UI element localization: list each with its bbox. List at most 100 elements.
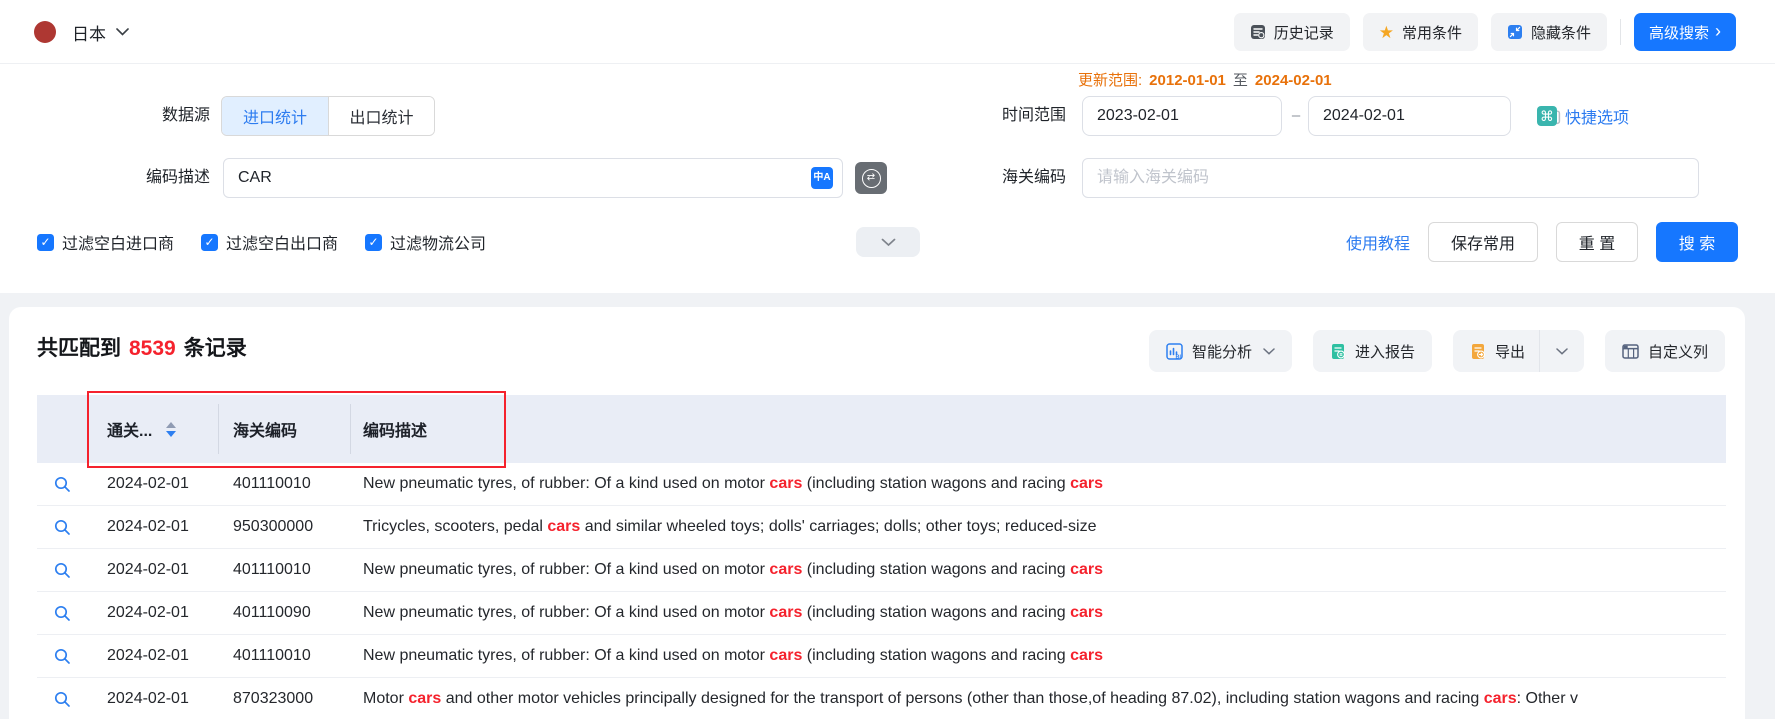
row-search-button[interactable] <box>53 561 72 580</box>
cell-code-description: New pneumatic tyres, of rubber: Of a kin… <box>350 475 1726 493</box>
advanced-search-label: 高级搜索 <box>1649 22 1709 43</box>
row-search-button[interactable] <box>53 647 72 666</box>
search-button[interactable]: 搜 索 <box>1656 222 1738 262</box>
keyword-highlight: cars <box>769 604 802 621</box>
expand-more-button[interactable] <box>856 227 920 257</box>
magnifier-icon <box>53 690 72 709</box>
filter-panel: 日本 历史记录 ★ 常用条件 <box>0 0 1775 293</box>
tab-import-stats[interactable]: 进口统计 <box>222 97 328 135</box>
export-dropdown-button[interactable] <box>1539 330 1584 372</box>
magnifier-icon <box>53 561 72 580</box>
header-label: 通关... <box>107 417 152 441</box>
smart-analysis-button[interactable]: BI 智能分析 <box>1149 330 1292 372</box>
keyword-highlight: cars <box>1070 475 1103 492</box>
collapse-icon <box>1507 24 1523 40</box>
keyword-highlight: cars <box>769 647 802 664</box>
cell-code-description: New pneumatic tyres, of rubber: Of a kin… <box>350 604 1726 622</box>
cell-search <box>37 475 87 494</box>
column-divider <box>350 404 351 454</box>
update-range-label: 更新范围: <box>1078 69 1142 90</box>
hide-conditions-button[interactable]: 隐藏条件 <box>1491 13 1607 51</box>
cell-hs-code: 950300000 <box>218 518 350 536</box>
cell-search <box>37 561 87 580</box>
sort-asc-caret <box>166 422 176 428</box>
enter-report-button[interactable]: 进入报告 <box>1313 330 1432 372</box>
row-search-button[interactable] <box>53 690 72 709</box>
cell-search <box>37 647 87 666</box>
header-cell-clearance-date[interactable]: 通关... <box>87 417 218 441</box>
results-card: 共匹配到 8539 条记录 BI 智能分析 <box>9 307 1745 719</box>
quick-options-button[interactable]: ⌘ 快捷选项 <box>1537 96 1629 136</box>
cell-clearance-date: 2024-02-01 <box>87 690 218 708</box>
sort-desc-caret <box>166 431 176 437</box>
chevron-right-icon: › <box>1715 22 1721 40</box>
result-actions: BI 智能分析 进入报告 <box>1149 330 1725 372</box>
custom-columns-label: 自定义列 <box>1648 341 1708 362</box>
bi-analysis-icon: BI <box>1166 343 1183 360</box>
export-label: 导出 <box>1495 341 1525 362</box>
summary-prefix: 共匹配到 <box>37 332 121 362</box>
save-favorite-button[interactable]: 保存常用 <box>1428 222 1538 262</box>
hs-code-input-wrap <box>1082 158 1699 198</box>
cell-clearance-date: 2024-02-01 <box>87 475 218 493</box>
row-search-button[interactable] <box>53 518 72 537</box>
update-range-to: 至 <box>1233 69 1248 90</box>
table-row: 2024-02-01401110010New pneumatic tyres, … <box>37 549 1726 592</box>
cell-search <box>37 518 87 537</box>
smart-analysis-label: 智能分析 <box>1192 341 1252 362</box>
hs-code-input[interactable] <box>1083 159 1698 197</box>
export-button[interactable]: 导出 <box>1453 341 1539 362</box>
code-desc-input[interactable] <box>224 159 811 197</box>
hs-code-label: 海关编码 <box>956 158 1066 198</box>
magnifier-icon <box>53 604 72 623</box>
row-search-button[interactable] <box>53 604 72 623</box>
cell-clearance-date: 2024-02-01 <box>87 647 218 665</box>
filter-actions: 使用教程 保存常用 重 置 搜 索 <box>1346 222 1738 262</box>
magnifier-icon <box>53 647 72 666</box>
reset-button[interactable]: 重 置 <box>1556 222 1638 262</box>
keyword-highlight: cars <box>1070 604 1103 621</box>
star-icon: ★ <box>1379 24 1394 41</box>
keyword-highlight: cars <box>769 561 802 578</box>
quick-options-label: 快捷选项 <box>1565 104 1629 128</box>
page: 日本 历史记录 ★ 常用条件 <box>0 0 1775 719</box>
tutorial-link[interactable]: 使用教程 <box>1346 230 1410 254</box>
tab-export-stats[interactable]: 出口统计 <box>328 97 434 135</box>
chevron-down-icon <box>881 238 896 247</box>
results-table: 通关... 海关编码 编码描述 2024-02-01401110010New p… <box>37 395 1726 719</box>
checkbox-filter-blank-exporter[interactable]: ✓ 过滤空白出口商 <box>201 230 338 254</box>
translate-icon[interactable]: 中A <box>811 167 833 189</box>
magnifier-icon <box>53 475 72 494</box>
sort-icon[interactable] <box>166 422 176 437</box>
advanced-search-button[interactable]: 高级搜索 › <box>1634 13 1736 51</box>
date-start-input[interactable] <box>1083 97 1318 135</box>
update-range-start: 2012-01-01 <box>1149 72 1226 89</box>
cell-code-description: New pneumatic tyres, of rubber: Of a kin… <box>350 561 1726 579</box>
code-desc-label: 编码描述 <box>100 158 210 198</box>
checkbox-checked-icon: ✓ <box>37 234 54 251</box>
update-range-end: 2024-02-01 <box>1255 72 1332 89</box>
table-row: 2024-02-01401110010New pneumatic tyres, … <box>37 635 1726 678</box>
custom-columns-button[interactable]: 自定义列 <box>1605 330 1725 372</box>
datasource-tabs: 进口统计 出口统计 <box>221 96 435 136</box>
table-header-row: 通关... 海关编码 编码描述 <box>37 395 1726 463</box>
row-search-button[interactable] <box>53 475 72 494</box>
cell-search <box>37 690 87 709</box>
keyword-highlight: cars <box>1070 647 1103 664</box>
cell-hs-code: 401110010 <box>218 647 350 665</box>
country-selector[interactable]: 日本 <box>72 0 129 64</box>
swap-icon: ⇄ <box>862 169 881 188</box>
chevron-down-icon <box>1263 348 1275 355</box>
history-button[interactable]: 历史记录 <box>1234 13 1350 51</box>
favorites-button[interactable]: ★ 常用条件 <box>1363 13 1478 51</box>
header-cell-code-desc: 编码描述 <box>350 417 1726 441</box>
history-icon <box>1250 24 1266 40</box>
chevron-down-icon <box>1556 348 1568 355</box>
checkbox-filter-blank-importer[interactable]: ✓ 过滤空白进口商 <box>37 230 174 254</box>
date-end-input[interactable] <box>1309 97 1544 135</box>
export-icon <box>1470 343 1486 360</box>
checkbox-label: 过滤物流公司 <box>390 230 486 254</box>
date-separator: – <box>1288 96 1304 136</box>
checkbox-filter-logistics[interactable]: ✓ 过滤物流公司 <box>365 230 486 254</box>
swap-search-button[interactable]: ⇄ <box>855 162 887 194</box>
